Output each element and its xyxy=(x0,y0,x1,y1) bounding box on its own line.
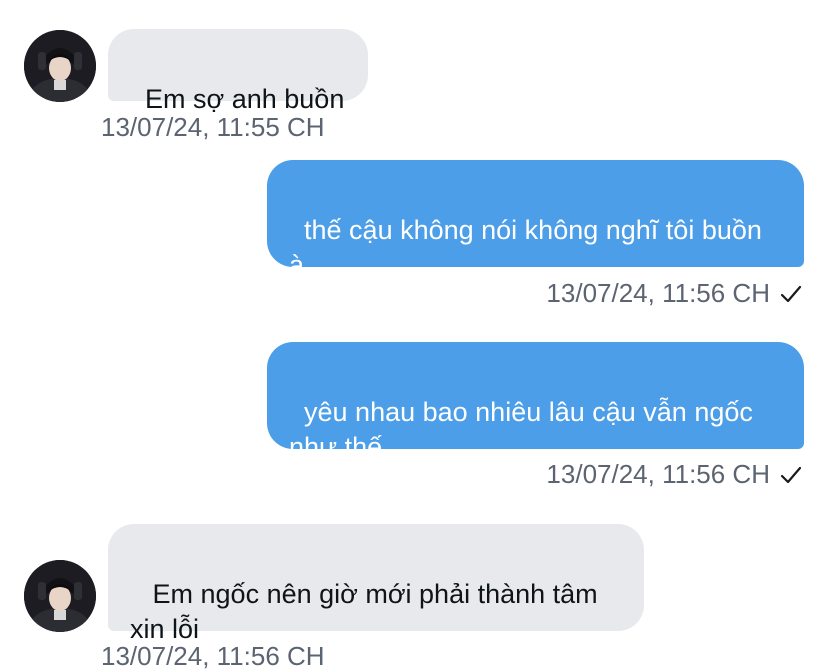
message-text: Em ngốc nên giờ mới phải thành tâm xin l… xyxy=(130,579,606,644)
sender-avatar[interactable] xyxy=(24,30,96,102)
message-timestamp: 13/07/24, 11:56 CH xyxy=(546,459,802,491)
message-timestamp: 13/07/24, 11:56 CH xyxy=(546,278,802,310)
checkmark-icon xyxy=(780,461,802,491)
timestamp-text: 13/07/24, 11:56 CH xyxy=(101,641,325,671)
message-bubble-outgoing[interactable]: yêu nhau bao nhiêu lâu cậu vẫn ngốc như … xyxy=(267,342,804,462)
message-bubble-outgoing[interactable]: thế cậu không nói không nghĩ tôi buồn à xyxy=(267,160,804,280)
message-timestamp: 13/07/24, 11:56 CH xyxy=(101,641,325,671)
message-bubble-incoming[interactable]: Em ngốc nên giờ mới phải thành tâm xin l… xyxy=(108,524,644,644)
message-timestamp: 13/07/24, 11:55 CH xyxy=(101,112,325,142)
avatar-photo xyxy=(24,30,96,102)
message-text: thế cậu không nói không nghĩ tôi buồn à xyxy=(289,215,770,280)
timestamp-text: 13/07/24, 11:56 CH xyxy=(546,459,770,489)
message-bubble-incoming[interactable]: Em sợ anh buồn xyxy=(108,29,368,114)
timestamp-text: 13/07/24, 11:56 CH xyxy=(546,278,770,308)
message-text: yêu nhau bao nhiêu lâu cậu vẫn ngốc như … xyxy=(289,397,761,462)
timestamp-text: 13/07/24, 11:55 CH xyxy=(101,112,325,142)
message-text: Em sợ anh buồn xyxy=(145,84,345,114)
checkmark-icon xyxy=(780,280,802,310)
sender-avatar[interactable] xyxy=(24,560,96,632)
avatar-photo xyxy=(24,560,96,632)
